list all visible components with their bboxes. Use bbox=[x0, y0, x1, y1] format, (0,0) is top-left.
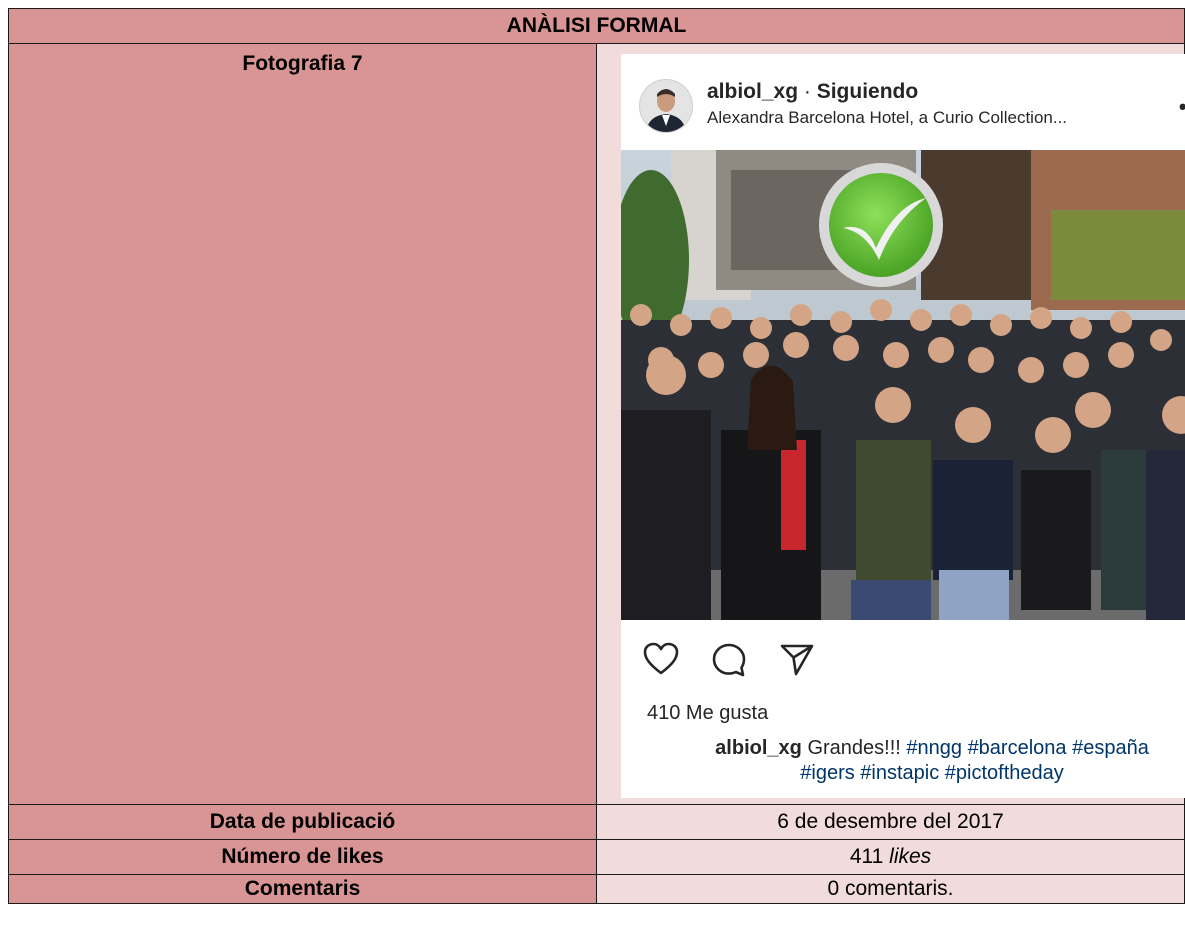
avatar[interactable] bbox=[639, 79, 693, 133]
photo-cell: albiol_xg · Siguiendo Alexandra Barcelon… bbox=[596, 43, 1185, 805]
likes-label: Número de likes bbox=[8, 839, 597, 875]
post-actions bbox=[621, 620, 1185, 700]
separator-dot: · bbox=[803, 80, 811, 103]
share-icon[interactable] bbox=[779, 642, 815, 684]
heart-icon[interactable] bbox=[643, 642, 679, 682]
caption-text: Grandes!!! bbox=[807, 737, 901, 759]
likes-value: 411 likes bbox=[596, 839, 1185, 875]
caption-hashtags-line1[interactable]: #nngg #barcelona #españa bbox=[906, 737, 1148, 759]
post-location[interactable]: Alexandra Barcelona Hotel, a Curio Colle… bbox=[707, 108, 1067, 128]
caption-hashtags-line2[interactable]: #igers #instapic #pictoftheday bbox=[800, 762, 1064, 784]
table-header: ANÀLISI FORMAL bbox=[8, 8, 1185, 44]
post-username[interactable]: albiol_xg bbox=[707, 80, 798, 103]
likes-value-unit: likes bbox=[889, 845, 932, 868]
post-header: albiol_xg · Siguiendo Alexandra Barcelon… bbox=[621, 54, 1185, 150]
caption-username[interactable]: albiol_xg bbox=[715, 737, 802, 759]
photo-label: Fotografia 7 bbox=[8, 43, 597, 805]
likes-value-number: 411 bbox=[849, 845, 884, 868]
comments-value: 0 comentaris. bbox=[596, 874, 1185, 904]
post-user-line: albiol_xg · Siguiendo bbox=[707, 80, 918, 104]
post-photo bbox=[621, 150, 1185, 620]
formal-analysis-table: ANÀLISI FORMAL Fotografia 7 albiol_xg · … bbox=[8, 8, 1185, 904]
post-caption: albiol_xg Grandes!!! #nngg #barcelona #e… bbox=[647, 736, 1185, 786]
comment-icon[interactable] bbox=[711, 642, 747, 684]
instagram-post: albiol_xg · Siguiendo Alexandra Barcelon… bbox=[621, 54, 1185, 798]
more-horizontal-icon[interactable]: ••• bbox=[1179, 94, 1185, 120]
follow-status[interactable]: Siguiendo bbox=[817, 80, 919, 103]
post-likes-count[interactable]: 410 Me gusta bbox=[647, 702, 768, 725]
comments-label: Comentaris bbox=[8, 874, 597, 904]
date-value: 6 de desembre del 2017 bbox=[596, 804, 1185, 840]
date-label: Data de publicació bbox=[8, 804, 597, 840]
